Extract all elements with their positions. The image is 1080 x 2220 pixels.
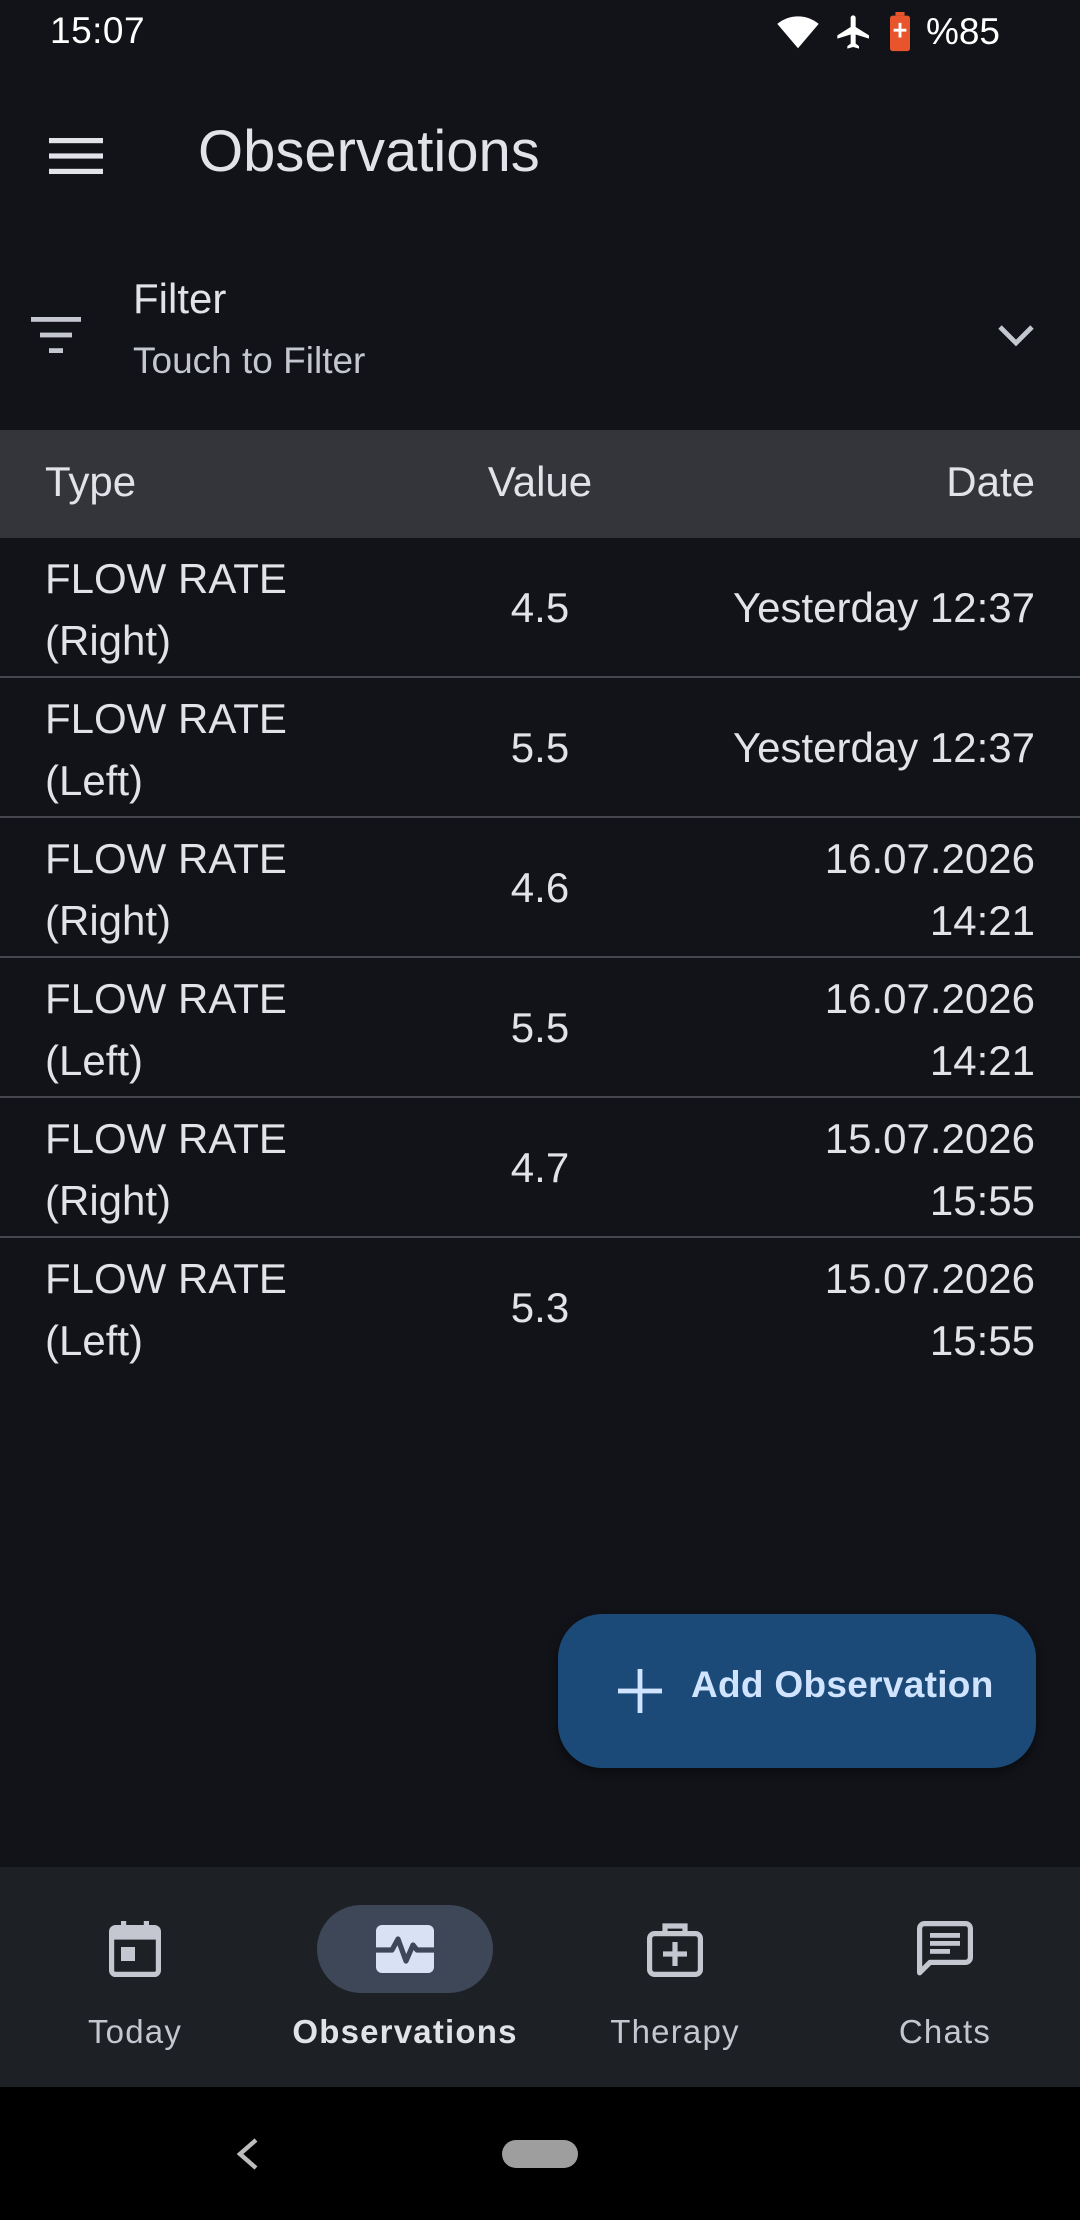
- status-time: 15:07: [50, 10, 146, 51]
- row-date-line1: 15.07.2026: [824, 1255, 1035, 1302]
- row-date-line2: 15:55: [929, 1177, 1035, 1224]
- row-value: 4.5: [510, 584, 570, 631]
- row-date: 15.07.2026 15:55: [655, 1108, 1035, 1232]
- row-type-name: FLOW RATE: [45, 695, 287, 742]
- row-value: 4.6: [510, 864, 570, 911]
- nav-item-today[interactable]: Today: [0, 1905, 270, 2055]
- row-date-line1: Yesterday 12:37: [732, 584, 1035, 631]
- battery-percent: %85: [925, 11, 1000, 52]
- row-date-line2: 15:55: [929, 1317, 1035, 1364]
- nav-label-chats: Chats: [898, 2013, 992, 2050]
- table-row[interactable]: FLOW RATE (Left) 5.5 16.07.2026 14:21: [0, 958, 1080, 1098]
- table-row[interactable]: FLOW RATE (Left) 5.3 15.07.2026 15:55: [0, 1238, 1080, 1378]
- calendar-icon: [109, 1921, 161, 1977]
- row-date-line2: 14:21: [929, 1037, 1035, 1084]
- row-date: Yesterday 12:37: [655, 717, 1035, 779]
- row-value: 5.3: [510, 1284, 570, 1331]
- row-date: 16.07.2026 14:21: [655, 828, 1035, 952]
- column-header-value-label: Value: [487, 458, 593, 505]
- page-title: Observations: [198, 119, 540, 184]
- wifi-icon: [777, 16, 819, 49]
- chat-icon: [917, 1921, 973, 1976]
- row-type: FLOW RATE (Left): [45, 688, 375, 812]
- nav-label-today: Today: [87, 2013, 183, 2050]
- filter-subtitle: Touch to Filter: [133, 340, 366, 381]
- row-date: 16.07.2026 14:21: [655, 968, 1035, 1092]
- row-value: 5.5: [510, 724, 570, 771]
- plus-icon: [610, 1661, 670, 1721]
- row-type-side: (Right): [45, 1177, 172, 1224]
- top-app-bar: Observations: [0, 90, 1080, 214]
- row-type-side: (Left): [45, 757, 144, 804]
- row-type: FLOW RATE (Right): [45, 548, 375, 672]
- column-header-date[interactable]: Date: [946, 458, 1035, 506]
- filter-title: Filter: [133, 275, 227, 322]
- table-row[interactable]: FLOW RATE (Right) 4.7 15.07.2026 15:55: [0, 1098, 1080, 1238]
- row-date-line1: Yesterday 12:37: [732, 724, 1035, 771]
- nav-indicator: [857, 1905, 1033, 1993]
- status-bar: 15:07 %85: [0, 0, 1080, 64]
- nav-item-therapy[interactable]: Therapy: [540, 1905, 810, 2055]
- table-row[interactable]: FLOW RATE (Right) 4.5 Yesterday 12:37: [0, 538, 1080, 678]
- column-header-value[interactable]: Value: [0, 458, 1080, 506]
- back-icon[interactable]: [222, 2129, 272, 2179]
- row-date-line1: 16.07.2026: [824, 835, 1035, 882]
- row-type: FLOW RATE (Left): [45, 1248, 375, 1372]
- nav-item-chats[interactable]: Chats: [810, 1905, 1080, 2055]
- row-type-side: (Right): [45, 897, 172, 944]
- menu-button[interactable]: [36, 116, 116, 196]
- table-row[interactable]: FLOW RATE (Left) 5.5 Yesterday 12:37: [0, 678, 1080, 818]
- row-type: FLOW RATE (Right): [45, 828, 375, 952]
- nav-label-therapy: Therapy: [610, 2013, 740, 2050]
- medical-bag-icon: [647, 1923, 703, 1977]
- row-type-side: (Left): [45, 1037, 144, 1084]
- bottom-navigation: Today Observations Therapy Chats: [0, 1867, 1080, 2087]
- add-observation-label: Add Observation: [691, 1664, 994, 1705]
- home-pill[interactable]: [502, 2140, 578, 2168]
- row-type-name: FLOW RATE: [45, 555, 287, 602]
- row-date: 15.07.2026 15:55: [655, 1248, 1035, 1372]
- monitor-heart-icon: [376, 1925, 434, 1973]
- observation-list: FLOW RATE (Right) 4.5 Yesterday 12:37 FL…: [0, 538, 1080, 1378]
- row-type-side: (Left): [45, 1317, 144, 1364]
- row-date-line1: 16.07.2026: [824, 975, 1035, 1022]
- airplane-mode-icon: [837, 15, 869, 49]
- nav-indicator: [47, 1905, 223, 1993]
- row-value: 5.5: [510, 1004, 570, 1051]
- row-type-name: FLOW RATE: [45, 835, 287, 882]
- filter-icon: [26, 305, 86, 365]
- status-icons: %85: [776, 10, 1000, 54]
- menu-icon: [49, 138, 103, 174]
- table-header: Type Value Date: [0, 430, 1080, 538]
- nav-indicator: [587, 1905, 763, 1993]
- nav-label-observations: Observations: [292, 2013, 518, 2050]
- row-type: FLOW RATE (Left): [45, 968, 375, 1092]
- row-date-line2: 14:21: [929, 897, 1035, 944]
- table-row[interactable]: FLOW RATE (Right) 4.6 16.07.2026 14:21: [0, 818, 1080, 958]
- chevron-down-icon[interactable]: [988, 308, 1044, 364]
- observations-screen: 15:07 %85 Observations Filter Touch to F…: [0, 0, 1080, 2220]
- row-type-name: FLOW RATE: [45, 975, 287, 1022]
- row-type-name: FLOW RATE: [45, 1115, 287, 1162]
- nav-item-observations[interactable]: Observations: [270, 1905, 540, 2055]
- row-type-side: (Right): [45, 617, 172, 664]
- system-navigation-bar: [0, 2087, 1080, 2220]
- add-observation-button[interactable]: Add Observation: [558, 1614, 1036, 1768]
- battery-icon: [889, 12, 910, 52]
- filter-expander[interactable]: Filter Touch to Filter: [0, 250, 1080, 420]
- row-date-line1: 15.07.2026: [824, 1115, 1035, 1162]
- row-type: FLOW RATE (Right): [45, 1108, 375, 1232]
- row-date: Yesterday 12:37: [655, 577, 1035, 639]
- row-value: 4.7: [510, 1144, 570, 1191]
- nav-indicator-active: [317, 1905, 493, 1993]
- row-type-name: FLOW RATE: [45, 1255, 287, 1302]
